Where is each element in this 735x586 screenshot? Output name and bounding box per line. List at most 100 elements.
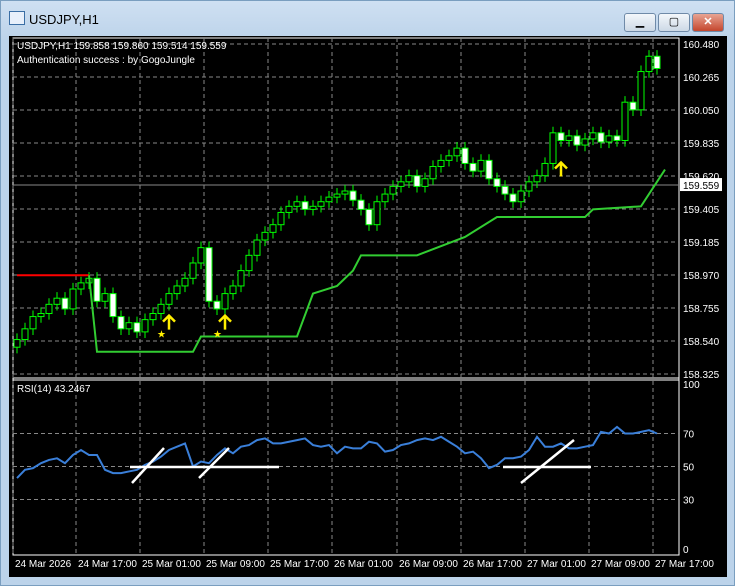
bull-candle xyxy=(645,55,653,73)
bull-candle xyxy=(69,288,77,310)
bull-candle xyxy=(189,262,197,279)
time-label: 24 Mar 2026 xyxy=(15,559,72,570)
bull-candle xyxy=(549,132,557,164)
bull-candle xyxy=(477,159,485,172)
bull-candle xyxy=(229,285,237,295)
bull-candle xyxy=(293,201,301,207)
buy-arrow-icon xyxy=(162,313,176,330)
bear-candle xyxy=(205,247,213,302)
annotation-stroke xyxy=(131,447,165,484)
time-label: 26 Mar 09:00 xyxy=(399,559,458,570)
time-label: 25 Mar 17:00 xyxy=(270,559,329,570)
bull-candle xyxy=(605,135,613,143)
bull-candle xyxy=(53,297,61,305)
bull-candle xyxy=(261,231,269,241)
price-label: 158.970 xyxy=(683,271,720,282)
bull-candle xyxy=(405,175,413,183)
bull-candle xyxy=(637,71,645,111)
rsi-label: RSI(14) 43.2467 xyxy=(17,384,91,395)
rsi-level-label: 70 xyxy=(683,430,695,441)
rsi-level-label: 0 xyxy=(683,545,689,556)
bear-candle xyxy=(469,162,477,172)
time-label: 24 Mar 17:00 xyxy=(78,559,137,570)
bull-candle xyxy=(309,205,317,210)
price-label: 158.540 xyxy=(683,337,720,348)
rsi-level-label: 100 xyxy=(683,380,700,391)
bull-candle xyxy=(221,293,229,310)
bear-candle xyxy=(117,316,125,330)
bull-candle xyxy=(621,101,629,141)
chart-area[interactable]: ★ ★ USDJPY,H1 159.858 159.860 159.514 159… xyxy=(9,36,727,577)
bear-candle xyxy=(461,147,469,164)
buy-arrow-icon xyxy=(218,313,232,330)
time-label: 25 Mar 09:00 xyxy=(206,559,265,570)
bull-candle xyxy=(141,319,149,333)
rsi-level-label: 50 xyxy=(683,463,695,474)
minimize-button[interactable]: ▁ xyxy=(624,13,656,32)
time-label: 26 Mar 01:00 xyxy=(334,559,393,570)
bull-candle xyxy=(197,247,205,264)
bull-candle xyxy=(533,175,541,183)
bull-candle xyxy=(285,205,293,213)
bull-candle xyxy=(269,224,277,233)
bear-candle xyxy=(653,55,661,70)
time-label: 27 Mar 17:00 xyxy=(655,559,714,570)
bull-candle xyxy=(237,270,245,287)
bear-candle xyxy=(301,201,309,210)
bull-candle xyxy=(29,316,37,330)
bull-candle xyxy=(157,303,165,315)
bear-candle xyxy=(557,132,565,141)
current-price-label: 159.559 xyxy=(683,181,720,192)
bull-candle xyxy=(149,313,157,321)
bull-candle xyxy=(125,322,133,330)
bull-candle xyxy=(165,293,173,305)
price-label: 159.835 xyxy=(683,139,720,150)
bear-candle xyxy=(413,175,421,187)
bear-candle xyxy=(485,159,493,180)
window-title: USDJPY,H1 xyxy=(29,12,99,27)
close-button[interactable]: ✕ xyxy=(692,13,724,32)
bull-candle xyxy=(421,178,429,187)
bull-candle xyxy=(429,166,437,180)
price-label: 159.405 xyxy=(683,205,720,216)
signal-star-icon: ★ xyxy=(213,330,222,341)
bear-candle xyxy=(109,293,117,318)
bull-candle xyxy=(333,193,341,198)
bull-candle xyxy=(37,313,45,318)
bull-candle xyxy=(77,282,85,290)
bull-candle xyxy=(397,181,405,187)
price-label: 159.185 xyxy=(683,238,720,249)
bull-candle xyxy=(381,193,389,203)
price-label: 160.480 xyxy=(683,40,720,51)
bull-candle xyxy=(13,339,21,348)
bull-candle xyxy=(277,211,285,226)
time-label: 25 Mar 01:00 xyxy=(142,559,201,570)
symbol-info: USDJPY,H1 159.858 159.860 159.514 159.55… xyxy=(17,41,227,52)
bear-candle xyxy=(133,322,141,333)
bull-candle xyxy=(173,285,181,295)
bull-candle xyxy=(101,293,109,302)
bull-candle xyxy=(589,132,597,140)
bull-candle xyxy=(565,135,573,141)
price-label: 160.050 xyxy=(683,106,720,117)
bull-candle xyxy=(21,328,29,341)
bear-candle xyxy=(365,208,373,226)
auth-status: Authentication success : by GogoJungle xyxy=(17,55,195,66)
bear-candle xyxy=(597,132,605,143)
bear-candle xyxy=(501,185,509,195)
chart-window: USDJPY,H1 ▁ ▢ ✕ ★ ★ USDJPY,H1 159.858 159… xyxy=(0,0,735,586)
chart-window-icon xyxy=(9,11,25,25)
maximize-button[interactable]: ▢ xyxy=(658,13,690,32)
bear-candle xyxy=(613,135,621,141)
bull-candle xyxy=(389,185,397,195)
bull-candle xyxy=(341,190,349,195)
price-label: 158.755 xyxy=(683,304,720,315)
rsi-line xyxy=(16,425,658,479)
bear-candle xyxy=(493,178,501,187)
bull-candle xyxy=(581,138,589,146)
bull-candle xyxy=(517,190,525,203)
time-label: 27 Mar 09:00 xyxy=(591,559,650,570)
bear-candle xyxy=(213,300,221,310)
signal-star-icon: ★ xyxy=(157,330,166,341)
price-chart[interactable]: ★ ★ USDJPY,H1 159.858 159.860 159.514 159… xyxy=(9,36,727,577)
